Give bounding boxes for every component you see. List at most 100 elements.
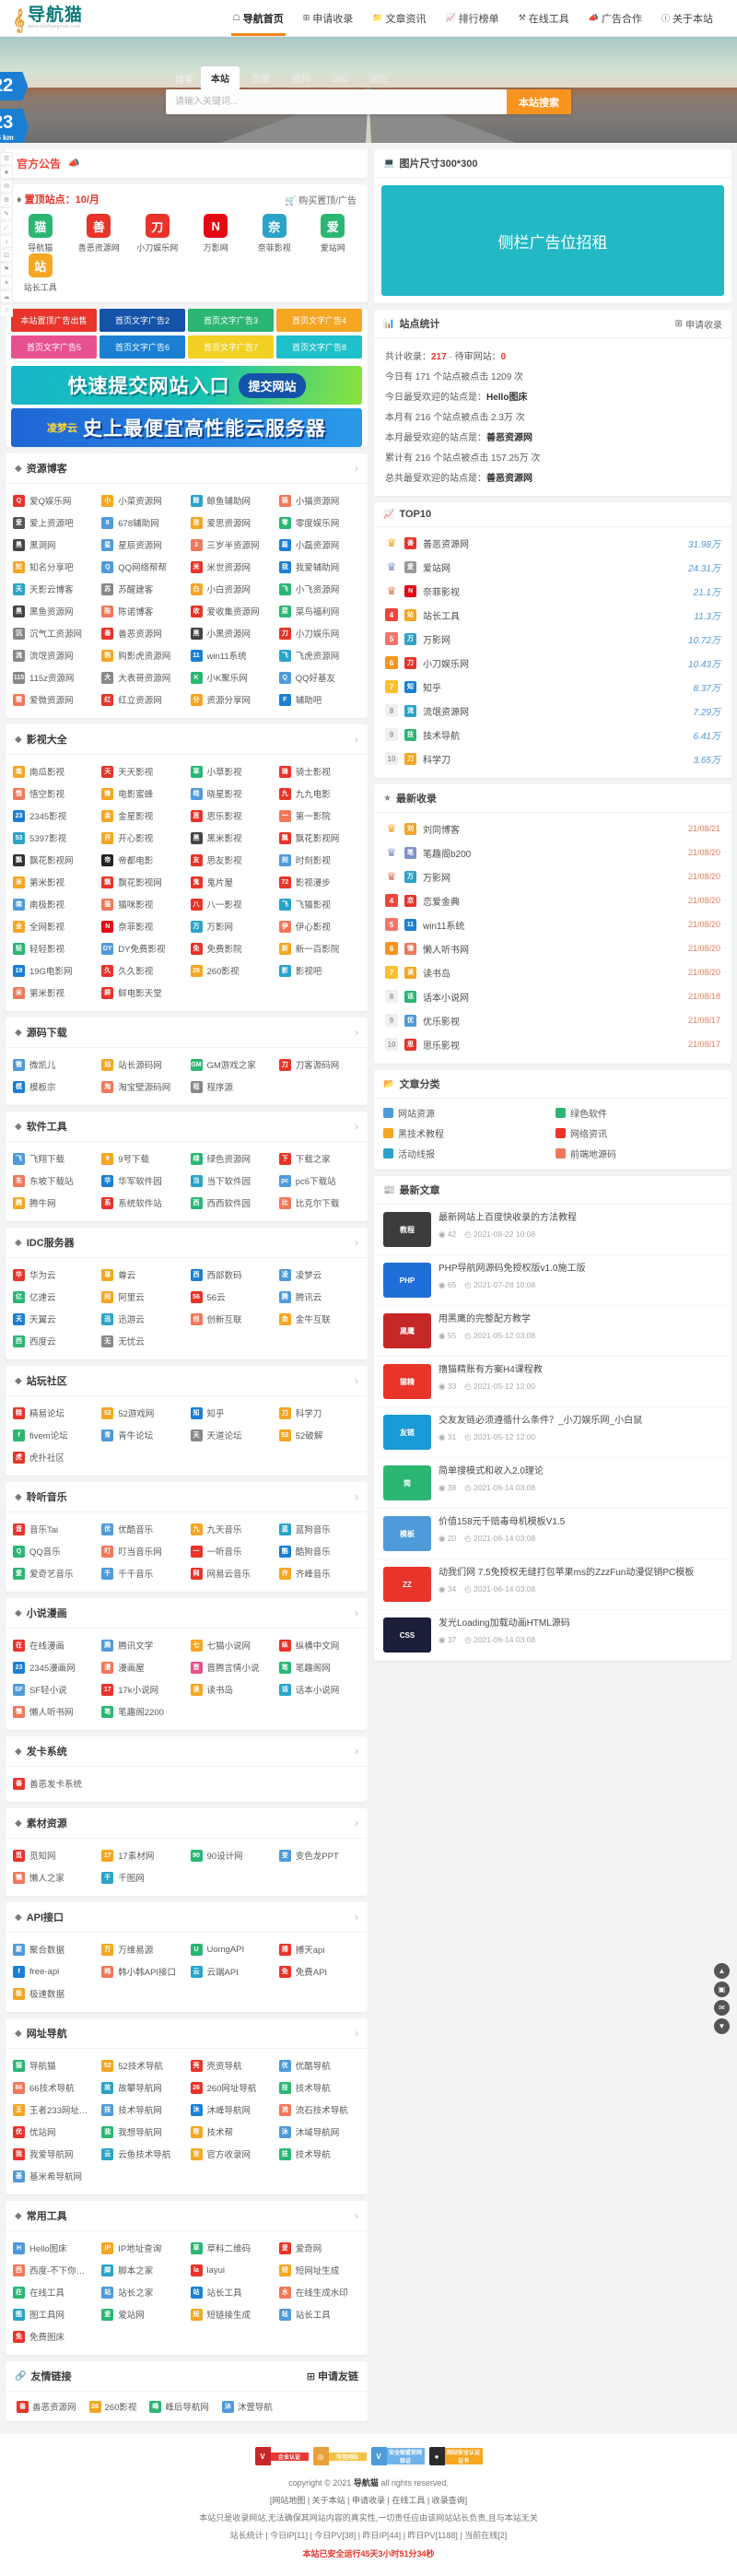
pinned-site[interactable]: 站站长工具 [11, 253, 70, 293]
expand-arrow-icon[interactable]: › [355, 1120, 358, 1133]
rank-row[interactable]: 7 知知乎 8.37万 [374, 675, 731, 699]
recent-row[interactable]: ♛ 万万影网 21/08/20 [374, 865, 731, 888]
site-link[interactable]: 迅迅游云 [98, 1308, 186, 1330]
apply-inclusion-link[interactable]: ⊞ 申请收录 [675, 317, 722, 331]
rail-icon-2[interactable]: ★ [0, 166, 13, 179]
site-link[interactable]: 刻时刻影视 [275, 849, 364, 871]
site-link[interactable]: 创创新互联 [187, 1308, 275, 1330]
site-link[interactable]: 一第一影院 [275, 805, 364, 827]
site-link[interactable]: 115 115z资源网 [9, 666, 98, 688]
apply-friend-link[interactable]: ⊞ 申请友链 [307, 2369, 358, 2383]
site-link[interactable]: 音音乐Tai [9, 1518, 98, 1540]
recent-row[interactable]: ♛ 笔笔趣阁b200 21/08/20 [374, 841, 731, 865]
site-link[interactable]: 极极速数据 [9, 1982, 98, 2005]
site-link[interactable]: 影影视吧 [275, 959, 364, 982]
rail-icon-11[interactable]: ☁ [0, 290, 13, 303]
site-link[interactable]: 飘飘花影视网 [275, 827, 364, 849]
article-item[interactable]: CSS 发光Loading加载动画HTML源码 ◉ 37 ◴ 2021-06-14 0… [374, 1610, 731, 1661]
site-link[interactable]: 变变色龙PPT [275, 1844, 364, 1866]
expand-arrow-icon[interactable]: › [355, 733, 358, 746]
site-link[interactable]: 米第米影视 [9, 871, 98, 893]
rail-icon-10[interactable]: ☀ [0, 276, 13, 289]
engine-tab-360[interactable]: 360 [322, 70, 358, 89]
expand-arrow-icon[interactable]: › [355, 1745, 358, 1758]
site-link[interactable]: 虎虎扑社区 [9, 1446, 98, 1468]
rail-icon-8[interactable]: ☑ [0, 249, 13, 262]
text-ad[interactable]: 首页文字广告5 [11, 335, 97, 359]
site-link[interactable]: 脚脚本之家 [98, 2259, 186, 2281]
pinned-site[interactable]: N 万影网 [187, 214, 246, 253]
site-link[interactable]: 在在线漫画 [9, 1634, 98, 1656]
site-link[interactable]: 站站长源码网 [98, 1053, 186, 1076]
site-link[interactable]: 淘淘宝壁源码网 [98, 1076, 186, 1098]
site-link[interactable]: H Hello图床 [9, 2237, 98, 2259]
nav-item-home[interactable]: ☖ 导航首页 [230, 0, 286, 36]
site-link[interactable]: 17 17k小说网 [98, 1678, 186, 1700]
site-link[interactable]: 韩韩小韩API接口 [98, 1960, 186, 1982]
site-link[interactable]: 飞飞虎资源网 [275, 644, 364, 666]
site-link[interactable]: 沉沉气工资源网 [9, 622, 98, 644]
nav-item-apply[interactable]: ⊞ 申请收录 [301, 0, 356, 36]
expand-arrow-icon[interactable]: › [355, 1236, 358, 1249]
site-link[interactable]: 凌凌梦云 [275, 1264, 364, 1286]
article-item[interactable]: 教程 最新网站上百度快收录的方法教程 ◉ 42 ◴ 2021-08-22 10:08 [374, 1205, 731, 1255]
site-link[interactable]: 技技术导航网 [98, 2099, 186, 2121]
expand-arrow-icon[interactable]: › [355, 1606, 358, 1619]
site-link[interactable]: 南南瓜影视 [9, 760, 98, 782]
arrow-down-icon[interactable]: ▼ [714, 2018, 730, 2034]
site-link[interactable]: 17 17素材网 [98, 1844, 186, 1866]
site-link[interactable]: 我我爱导航网 [9, 2143, 98, 2165]
pinned-site[interactable]: 刀小刀娱乐网 [128, 214, 187, 253]
site-link[interactable]: 免免费图床 [9, 2325, 98, 2347]
site-link[interactable]: 19 19G电影网 [9, 959, 98, 982]
site-link[interactable]: 聚聚合数据 [9, 1938, 98, 1960]
site-link[interactable]: 基基米希导航网 [9, 2165, 98, 2187]
site-link[interactable]: 善善恶资源网 [98, 622, 186, 644]
expand-arrow-icon[interactable]: › [355, 1817, 358, 1829]
site-link[interactable]: f fivem论坛 [9, 1424, 98, 1446]
submit-site-banner[interactable]: 快速提交网站入口 提交网站 [11, 366, 362, 405]
site-link[interactable]: 流流石技术导航 [275, 2099, 364, 2121]
expand-arrow-icon[interactable]: › [355, 1374, 358, 1387]
site-link[interactable]: 猫小猫资源网 [275, 489, 364, 512]
site-link[interactable]: 52 52技术导航 [98, 2054, 186, 2076]
rank-row[interactable]: 8 流流氓资源网 7.29万 [374, 699, 731, 723]
site-link[interactable]: 天天天影视 [98, 760, 186, 782]
site-link[interactable]: F 辅助吧 [275, 688, 364, 711]
text-ad[interactable]: 首页文字广告4 [276, 309, 362, 332]
site-link[interactable]: 金金星影视 [98, 805, 186, 827]
site-link[interactable]: 无无忧云 [98, 1330, 186, 1352]
site-link[interactable]: 站站长之家 [98, 2281, 186, 2303]
site-link[interactable]: 新新一百影院 [275, 937, 364, 959]
site-link[interactable]: 23 2345影视 [9, 805, 98, 827]
site-link[interactable]: 66 66技术导航 [9, 2076, 98, 2099]
expand-arrow-icon[interactable]: › [355, 1911, 358, 1923]
site-link[interactable]: 天天影云博客 [9, 578, 98, 600]
rank-row[interactable]: 4 站站长工具 11.3万 [374, 603, 731, 627]
site-link[interactable]: 帝帝都电影 [98, 849, 186, 871]
site-link[interactable]: IP IP地址查询 [98, 2237, 186, 2259]
site-link[interactable]: 东东坡下载站 [9, 1170, 98, 1192]
site-link[interactable]: 流流氓资源网 [9, 644, 98, 666]
rail-icon-4[interactable]: ⚙ [0, 194, 13, 206]
site-link[interactable]: 笔笔趣阁网 [275, 1656, 364, 1678]
certification-badge[interactable]: V 安全联盟官网验证 [370, 2447, 425, 2465]
site-link[interactable]: 网网易云音乐 [187, 1562, 275, 1584]
site-link[interactable]: 零零度娱乐网 [275, 512, 364, 534]
nav-item-articles[interactable]: 📁 文章资讯 [370, 0, 427, 36]
site-link[interactable]: 我我想导航网 [98, 2121, 186, 2143]
site-link[interactable]: 万万影网 [187, 915, 275, 937]
search-input[interactable] [166, 89, 507, 114]
site-link[interactable]: 白小白资源网 [187, 578, 275, 600]
site-link[interactable]: DY DY免费影视 [98, 937, 186, 959]
site-link[interactable]: 刀小刀娱乐网 [275, 622, 364, 644]
site-link[interactable]: Q QQ好基友 [275, 666, 364, 688]
nav-item-advertising[interactable]: 📣 广告合作 [587, 0, 644, 36]
nav-item-ranking[interactable]: 📈 排行榜单 [443, 0, 500, 36]
site-link[interactable]: 米第米影视 [9, 982, 98, 1004]
recent-row[interactable]: 4 恋恋爱金典 21/08/20 [374, 888, 731, 912]
site-link[interactable]: 大大表哥资源网 [98, 666, 186, 688]
cloud-server-banner[interactable]: 凌梦云 史上最便宜高性能云服务器 [11, 408, 362, 447]
site-link[interactable]: N 奈菲影视 [98, 915, 186, 937]
site-link[interactable]: 刀刀客源码网 [275, 1053, 364, 1076]
